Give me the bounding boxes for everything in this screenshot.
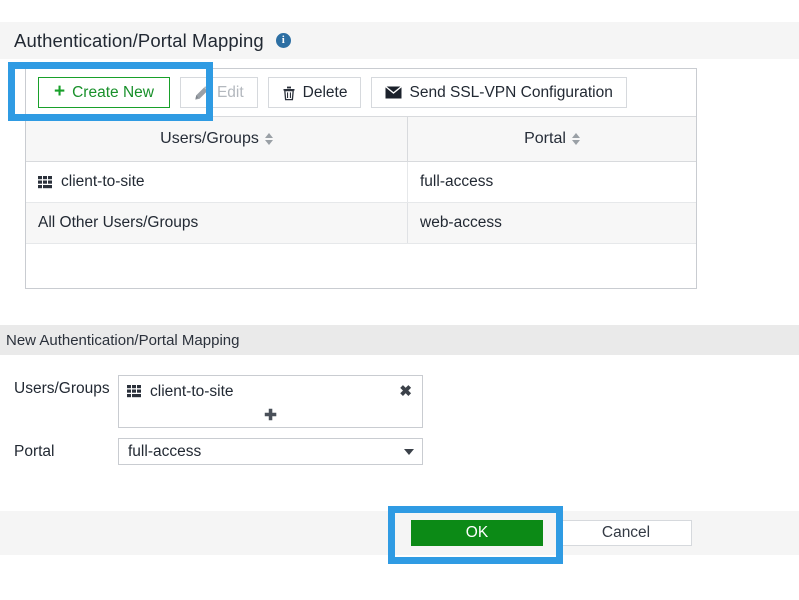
column-header-users-groups[interactable]: Users/Groups — [26, 117, 408, 161]
close-icon[interactable]: ✖ — [397, 384, 414, 399]
edit-label: Edit — [216, 83, 244, 101]
form-row-users-groups: Users/Groups client-to-site ✖ ✚ — [0, 375, 799, 428]
ok-button[interactable]: OK — [411, 520, 543, 546]
authentication-portal-mapping-table: Users/Groups Portal client-to-site full-… — [25, 116, 697, 289]
cell-users-groups-label: client-to-site — [61, 173, 145, 190]
trash-icon — [282, 85, 296, 101]
new-mapping-title: New Authentication/Portal Mapping — [6, 331, 240, 349]
form-row-portal: Portal full-access — [0, 438, 799, 465]
users-groups-label: Users/Groups — [14, 380, 110, 397]
create-new-button[interactable]: + Create New — [38, 77, 170, 108]
table-empty-space — [26, 244, 696, 288]
info-icon[interactable]: i — [275, 33, 291, 48]
user-group-icon — [127, 385, 142, 398]
delete-button[interactable]: Delete — [267, 77, 362, 108]
page-title: Authentication/Portal Mapping — [14, 29, 264, 51]
column-header-portal[interactable]: Portal — [408, 117, 696, 161]
sort-icon[interactable] — [264, 133, 273, 145]
users-groups-chip-label: client-to-site — [150, 382, 234, 400]
new-mapping-form: Users/Groups client-to-site ✖ ✚ Portal f… — [0, 375, 799, 475]
column-header-portal-label: Portal — [524, 130, 566, 147]
table-header-row: Users/Groups Portal — [26, 116, 696, 162]
user-group-icon — [38, 175, 53, 189]
cell-portal: web-access — [420, 214, 502, 231]
section-header-authentication-portal-mapping: Authentication/Portal Mapping i — [0, 22, 799, 59]
section-header-new-authentication-portal-mapping: New Authentication/Portal Mapping — [0, 325, 799, 355]
create-new-label: Create New — [72, 83, 154, 101]
users-groups-input[interactable]: client-to-site ✖ ✚ — [118, 375, 423, 428]
add-user-group-button[interactable]: ✚ — [127, 408, 414, 423]
delete-label: Delete — [302, 83, 348, 101]
table-toolbar: + Create New Edit Delete Send SSL-VPN Co… — [25, 68, 697, 116]
pencil-icon — [194, 85, 210, 101]
portal-select[interactable]: full-access — [118, 438, 423, 465]
cell-users-groups: client-to-site — [26, 162, 408, 202]
cell-portal: full-access — [420, 173, 494, 190]
table-row[interactable]: All Other Users/Groups web-access — [26, 203, 696, 244]
sort-icon[interactable] — [571, 133, 580, 145]
envelope-icon — [385, 86, 403, 99]
edit-button[interactable]: Edit — [179, 77, 258, 108]
cell-users-groups: All Other Users/Groups — [26, 203, 408, 243]
table-row[interactable]: client-to-site full-access — [26, 162, 696, 203]
users-groups-chip: client-to-site ✖ — [127, 381, 414, 402]
portal-label: Portal — [14, 443, 55, 460]
cancel-button[interactable]: Cancel — [560, 520, 692, 546]
plus-icon: + — [54, 81, 66, 102]
portal-select-value: full-access — [128, 442, 202, 460]
send-ssl-vpn-configuration-label: Send SSL-VPN Configuration — [409, 83, 613, 101]
chevron-down-icon — [404, 448, 414, 455]
column-header-users-groups-label: Users/Groups — [160, 130, 259, 147]
send-ssl-vpn-configuration-button[interactable]: Send SSL-VPN Configuration — [371, 77, 627, 108]
